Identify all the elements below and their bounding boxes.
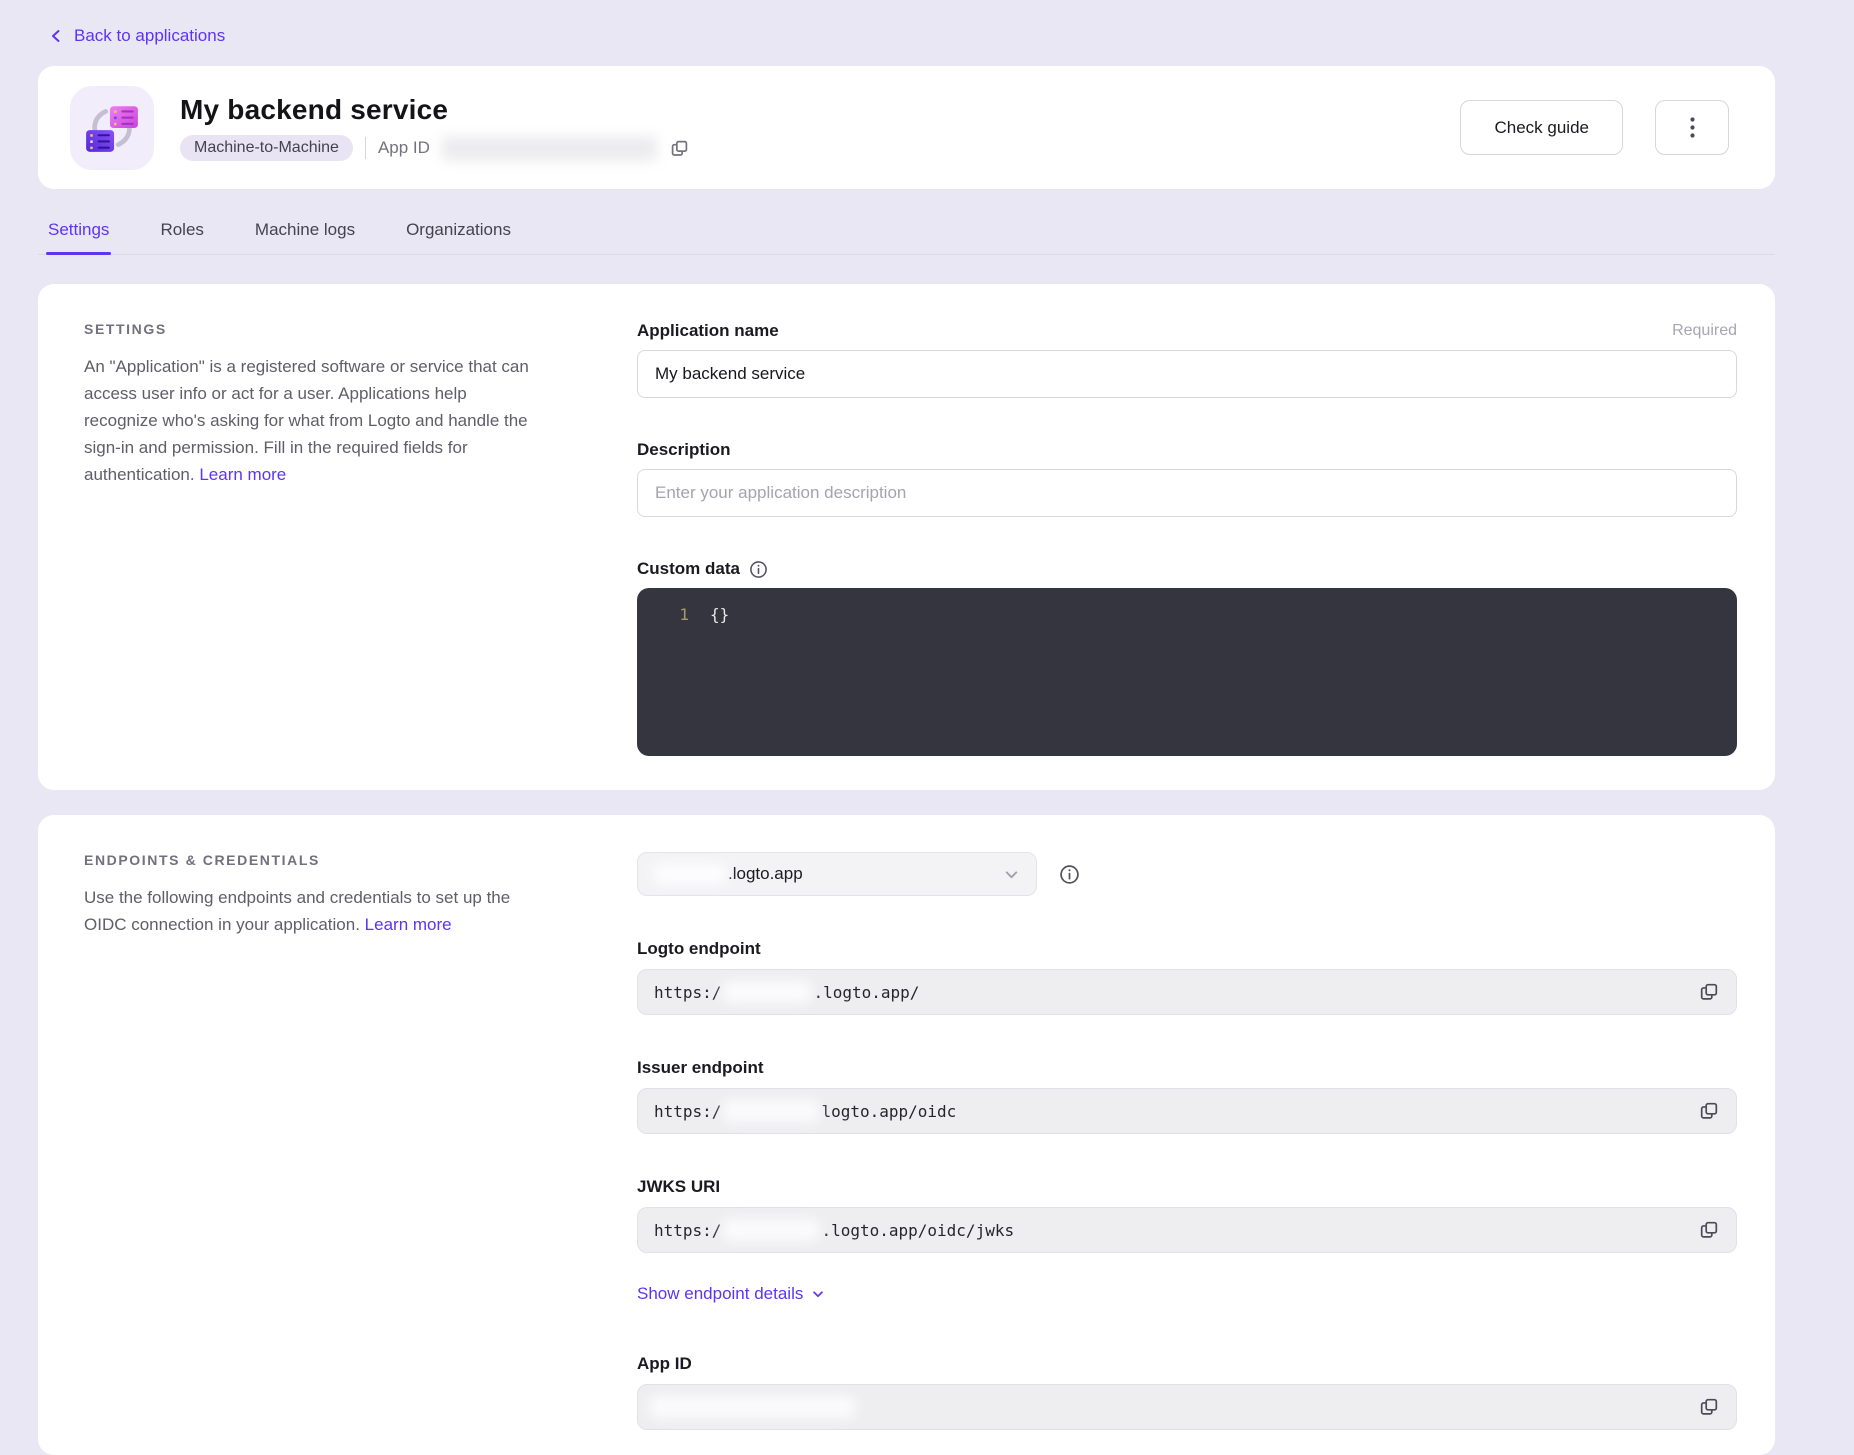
jwks-uri-redacted <box>723 1219 819 1241</box>
endpoints-credentials-card: ENDPOINTS & CREDENTIALS Use the followin… <box>38 815 1775 1455</box>
issuer-endpoint-redacted <box>723 1100 819 1122</box>
issuer-endpoint-prefix: https:/ <box>654 1102 721 1121</box>
tab-organizations[interactable]: Organizations <box>404 220 513 254</box>
domain-select[interactable]: .logto.app <box>637 852 1037 896</box>
custom-data-editor[interactable]: 1 {} <box>637 588 1737 756</box>
copy-icon <box>1700 1102 1718 1120</box>
settings-learn-more-link[interactable]: Learn more <box>199 465 286 484</box>
tab-settings-label: Settings <box>48 220 109 239</box>
tab-roles-label: Roles <box>160 220 203 239</box>
application-name-field: Application name Required <box>637 321 1737 398</box>
endpoints-learn-more-link[interactable]: Learn more <box>365 915 452 934</box>
chevron-down-icon <box>1003 866 1020 883</box>
show-endpoint-details-link[interactable]: Show endpoint details <box>637 1284 825 1304</box>
app-id-readonly-field <box>637 1384 1737 1430</box>
chevron-left-icon <box>48 28 64 44</box>
settings-form-column: Application name Required Description Cu… <box>637 321 1737 756</box>
back-to-applications-link[interactable]: Back to applications <box>48 26 225 46</box>
tab-machine-logs-label: Machine logs <box>255 220 355 239</box>
logto-endpoint-prefix: https:/ <box>654 983 721 1002</box>
endpoints-intro-column: ENDPOINTS & CREDENTIALS Use the followin… <box>84 852 544 1421</box>
custom-data-field: Custom data 1 {} <box>637 559 1737 756</box>
tab-roles[interactable]: Roles <box>158 220 205 254</box>
app-type-badge: Machine-to-Machine <box>180 135 353 161</box>
endpoints-description: Use the following endpoints and credenti… <box>84 884 544 938</box>
logto-endpoint-field: Logto endpoint https:/ .logto.app/ <box>637 939 1737 1015</box>
jwks-uri-field: JWKS URI https:/ .logto.app/oidc/jwks <box>637 1177 1737 1253</box>
required-indicator: Required <box>1672 322 1737 340</box>
issuer-endpoint-suffix: logto.app/oidc <box>821 1102 956 1121</box>
settings-card: SETTINGS An "Application" is a registere… <box>38 284 1775 790</box>
header-actions: Check guide <box>1460 100 1729 155</box>
logto-endpoint-suffix: .logto.app/ <box>813 983 919 1002</box>
app-header-info: My backend service Machine-to-Machine Ap… <box>180 94 1460 161</box>
domain-select-value: .logto.app <box>728 864 1003 884</box>
copy-icon <box>1700 1398 1718 1416</box>
tab-settings[interactable]: Settings <box>46 220 111 254</box>
app-detail-tabs: Settings Roles Machine logs Organization… <box>38 220 1775 255</box>
logto-endpoint-label: Logto endpoint <box>637 939 1737 959</box>
application-detail-page: Back to applications <box>0 0 1854 1406</box>
copy-icon <box>671 140 688 157</box>
app-meta-row: Machine-to-Machine App ID <box>180 135 1460 161</box>
jwks-uri-label: JWKS URI <box>637 1177 1737 1197</box>
description-label: Description <box>637 440 731 460</box>
application-name-input[interactable] <box>637 350 1737 398</box>
description-input[interactable] <box>637 469 1737 517</box>
chevron-down-small-icon <box>811 1287 825 1301</box>
back-link-label: Back to applications <box>74 26 225 46</box>
app-header-card: My backend service Machine-to-Machine Ap… <box>38 66 1775 189</box>
copy-issuer-endpoint-button[interactable] <box>1698 1100 1720 1122</box>
app-id-field-label: App ID <box>637 1354 1737 1374</box>
app-id-field-group: App ID <box>637 1354 1737 1430</box>
description-field: Description <box>637 440 1737 517</box>
domain-info-icon[interactable] <box>1059 864 1080 885</box>
settings-heading: SETTINGS <box>84 321 544 337</box>
copy-app-id-field-button[interactable] <box>1698 1396 1720 1418</box>
machine-to-machine-app-icon <box>70 86 154 170</box>
info-icon[interactable] <box>749 560 768 579</box>
copy-icon <box>1700 1221 1718 1239</box>
meta-divider <box>365 137 366 159</box>
tab-organizations-label: Organizations <box>406 220 511 239</box>
endpoints-heading: ENDPOINTS & CREDENTIALS <box>84 852 544 868</box>
jwks-uri-suffix: .logto.app/oidc/jwks <box>821 1221 1014 1240</box>
issuer-endpoint-field: Issuer endpoint https:/ logto.app/oidc <box>637 1058 1737 1134</box>
settings-description-text: An "Application" is a registered softwar… <box>84 357 529 484</box>
copy-logto-endpoint-button[interactable] <box>1698 981 1720 1003</box>
domain-redacted <box>654 864 726 884</box>
issuer-endpoint-value: https:/ logto.app/oidc <box>637 1088 1737 1134</box>
app-title: My backend service <box>180 94 1460 126</box>
app-id-value-redacted <box>442 136 657 161</box>
custom-data-label: Custom data <box>637 559 740 579</box>
editor-content: {} <box>710 605 729 624</box>
check-guide-button[interactable]: Check guide <box>1460 100 1623 155</box>
endpoints-form-column: .logto.app Logto endpoint https:/ .logto… <box>637 852 1737 1421</box>
more-actions-button[interactable] <box>1655 100 1729 155</box>
settings-intro-column: SETTINGS An "Application" is a registere… <box>84 321 544 756</box>
app-id-label: App ID <box>378 138 430 158</box>
copy-app-id-button[interactable] <box>669 138 690 159</box>
editor-line-number: 1 <box>637 605 689 624</box>
settings-description: An "Application" is a registered softwar… <box>84 353 544 488</box>
copy-jwks-uri-button[interactable] <box>1698 1219 1720 1241</box>
show-endpoint-details-label: Show endpoint details <box>637 1284 803 1304</box>
domain-row: .logto.app <box>637 852 1737 896</box>
app-id-field-redacted <box>650 1396 855 1418</box>
logto-endpoint-value: https:/ .logto.app/ <box>637 969 1737 1015</box>
jwks-uri-value: https:/ .logto.app/oidc/jwks <box>637 1207 1737 1253</box>
application-name-label: Application name <box>637 321 779 341</box>
logto-endpoint-redacted <box>723 981 811 1003</box>
issuer-endpoint-label: Issuer endpoint <box>637 1058 1737 1078</box>
tab-machine-logs[interactable]: Machine logs <box>253 220 357 254</box>
kebab-menu-icon <box>1690 117 1695 138</box>
jwks-uri-prefix: https:/ <box>654 1221 721 1240</box>
copy-icon <box>1700 983 1718 1001</box>
